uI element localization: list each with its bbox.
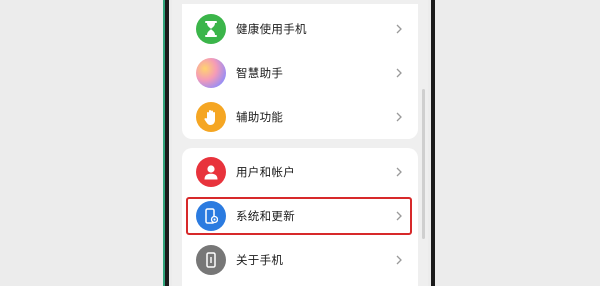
smart-assistant-icon — [196, 58, 226, 88]
phone-info-icon — [196, 245, 226, 275]
chevron-right-icon — [394, 112, 404, 122]
settings-item-smart-assistant[interactable]: 智慧助手 — [182, 52, 418, 94]
chevron-right-icon — [394, 24, 404, 34]
hand-icon — [196, 102, 226, 132]
settings-item-health[interactable]: 健康使用手机 — [182, 8, 418, 50]
settings-item-label: 用户和帐户 — [236, 165, 295, 179]
settings-item-users[interactable]: 用户和帐户 — [182, 151, 418, 193]
settings-item-label: 健康使用手机 — [236, 22, 307, 36]
settings-item-about-phone[interactable]: 关于手机 — [182, 239, 418, 281]
settings-group-top: 健康使用手机 智慧助手 辅助功能 — [182, 4, 418, 139]
highlight-box — [186, 197, 412, 235]
settings-screen: 健康使用手机 智慧助手 辅助功能 用户和帐户 系统和更新 关于手机 — [172, 0, 428, 286]
settings-item-label: 智慧助手 — [236, 66, 284, 80]
hourglass-icon — [196, 14, 226, 44]
user-icon — [196, 157, 226, 187]
settings-item-label: 关于手机 — [236, 253, 284, 267]
settings-item-accessibility[interactable]: 辅助功能 — [182, 96, 418, 138]
settings-item-label: 辅助功能 — [236, 110, 284, 124]
scrollbar[interactable] — [422, 89, 425, 239]
phone-frame: 健康使用手机 智慧助手 辅助功能 用户和帐户 系统和更新 关于手机 — [165, 0, 435, 286]
chevron-right-icon — [394, 255, 404, 265]
chevron-right-icon — [394, 167, 404, 177]
chevron-right-icon — [394, 68, 404, 78]
